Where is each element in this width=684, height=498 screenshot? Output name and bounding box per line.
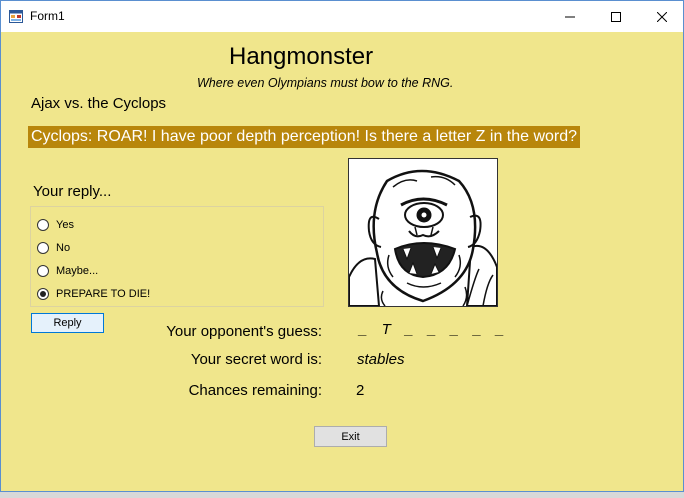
cyclops-drawing	[349, 169, 497, 306]
minimize-button[interactable]	[547, 1, 593, 32]
title-bar[interactable]: Form1	[1, 1, 683, 33]
secret-word-label: Your secret word is:	[190, 351, 322, 368]
chances-label: Chances remaining:	[188, 382, 322, 399]
app-window: Form1 Hangmonster Where even Olympians m…	[0, 0, 684, 492]
secret-word-value: stables	[357, 351, 405, 368]
exit-button[interactable]: Exit	[314, 426, 387, 447]
radio-option-no[interactable]: No	[37, 240, 70, 256]
chances-value: 2	[356, 382, 365, 399]
form-icon	[9, 10, 23, 23]
radio-button[interactable]	[37, 219, 49, 231]
close-button[interactable]	[639, 1, 684, 32]
maximize-icon	[611, 11, 621, 22]
opponent-guess-label: Your opponent's guess:	[166, 323, 322, 340]
radio-label: No	[56, 242, 71, 254]
game-subtitle: Where even Olympians must bow to the RNG…	[197, 76, 454, 90]
form-body: Hangmonster Where even Olympians must bo…	[1, 32, 683, 491]
window-title: Form1	[30, 9, 65, 23]
opponent-guess-value: _ T _ _ _ _ _	[359, 321, 507, 338]
opponent-message: Cyclops: ROAR! I have poor depth percept…	[28, 126, 581, 148]
radio-label: Maybe...	[56, 265, 99, 277]
cyclops-portrait	[348, 158, 498, 307]
radio-button[interactable]	[37, 265, 49, 277]
radio-option-maybe[interactable]: Maybe...	[37, 263, 98, 279]
matchup-label: Ajax vs. the Cyclops	[31, 95, 167, 112]
radio-button-selected[interactable]	[37, 288, 49, 300]
reply-options-group: Yes No Maybe... PREPARE TO DIE!	[30, 206, 324, 307]
close-icon	[657, 11, 667, 22]
desktop-edge	[0, 492, 684, 498]
radio-button[interactable]	[37, 242, 49, 254]
radio-option-yes[interactable]: Yes	[37, 217, 74, 233]
radio-label: Yes	[56, 219, 74, 231]
maximize-button[interactable]	[593, 1, 639, 32]
radio-label: PREPARE TO DIE!	[56, 288, 151, 300]
radio-option-prepare-to-die[interactable]: PREPARE TO DIE!	[37, 286, 150, 302]
minimize-icon	[565, 16, 575, 17]
game-title: Hangmonster	[229, 43, 374, 70]
reply-label: Your reply...	[33, 183, 112, 200]
